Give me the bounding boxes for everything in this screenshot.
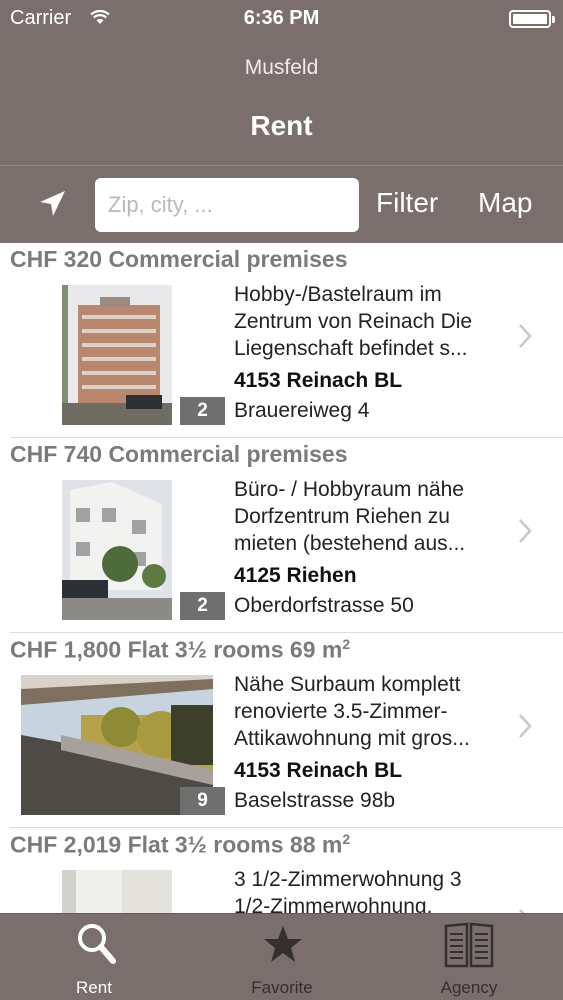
listing-description: 3 1/2-Zimmerwohnung 3 1/2-Zimmerwohnung,	[234, 868, 462, 913]
page-title: Rent	[250, 110, 313, 141]
tab-label: Rent	[76, 978, 112, 997]
list-item[interactable]: CHF 740 Commercial premises 2 Büro- / Ho…	[0, 438, 563, 633]
photo-count-badge: 2	[180, 592, 225, 620]
listing-description: Nähe Surbaum komplett renovierte 3.5-Zim…	[234, 673, 470, 750]
battery-icon	[509, 10, 555, 28]
listing-title: CHF 740 Commercial premises	[10, 441, 348, 468]
location-arrow-icon[interactable]	[36, 188, 68, 220]
listing-locality: 4125 Riehen	[234, 564, 357, 587]
clock: 6:36 PM	[243, 7, 320, 29]
listing-street: Brauereiweg 4	[234, 399, 370, 422]
map-button[interactable]: Map	[478, 187, 532, 219]
area-unit-exponent: 2	[342, 636, 351, 652]
listing-photo	[62, 480, 172, 620]
search-input[interactable]	[95, 178, 359, 232]
chevron-right-icon	[519, 324, 532, 348]
listing-description: Büro- / Hobbyraum nähe Dorfzentrum Riehe…	[234, 478, 466, 555]
area-unit-exponent: 2	[342, 831, 351, 847]
book-icon	[444, 922, 494, 968]
location-title: Musfeld	[244, 56, 319, 79]
listing-price: CHF 2,019	[10, 831, 122, 858]
chevron-right-icon	[519, 714, 532, 738]
listing-photo	[62, 285, 172, 425]
list-item[interactable]: CHF 2,019 Flat 3½ rooms 88 m2 3 1/2-Zimm…	[0, 828, 563, 913]
listing-photo	[62, 870, 172, 913]
listing-type: Flat 3½ rooms 88 m	[127, 831, 343, 858]
listing-price: CHF 740	[10, 441, 103, 467]
tab-favorite[interactable]: Favorite	[188, 914, 376, 1000]
star-icon	[264, 926, 302, 962]
navigation-header: Carrier 6:36 PM Musfeld Rent Filter Map	[0, 0, 563, 243]
listing-type: Flat 3½ rooms 69 m	[127, 636, 343, 663]
tab-label: Agency	[440, 978, 498, 997]
listing-type: Commercial premises	[108, 441, 348, 467]
listing-street: Oberdorfstrasse 50	[234, 594, 414, 617]
tab-label: Favorite	[251, 978, 313, 997]
list-item[interactable]: CHF 320 Commercial premises 2 Hobby-/Bas…	[0, 243, 563, 438]
listing-price: CHF 320	[10, 246, 103, 272]
chevron-right-icon	[519, 519, 532, 543]
status-bar: Carrier 6:36 PM	[0, 0, 563, 40]
search-icon	[78, 924, 116, 964]
list-item[interactable]: CHF 1,800 Flat 3½ rooms 69 m2 9 Nähe Sur…	[0, 633, 563, 828]
listing-type: Commercial premises	[108, 246, 348, 272]
tab-agency[interactable]: Agency	[375, 914, 563, 1000]
listing-street: Baselstrasse 98b	[234, 789, 396, 812]
listing-locality: 4153 Reinach BL	[234, 369, 403, 392]
listing-description: Hobby-/Bastelraum im Zentrum von Reinach…	[234, 283, 473, 360]
listing-locality: 4153 Reinach BL	[234, 759, 403, 782]
filter-button[interactable]: Filter	[376, 187, 438, 219]
photo-count-badge: 9	[180, 787, 225, 815]
listing-list[interactable]: CHF 320 Commercial premises 2 Hobby-/Bas…	[0, 243, 563, 913]
photo-count-badge: 2	[180, 397, 225, 425]
tab-rent[interactable]: Rent	[0, 914, 188, 1000]
header-divider	[0, 165, 563, 166]
listing-title: CHF 2,019 Flat 3½ rooms 88 m2	[10, 831, 350, 859]
listing-price: CHF 1,800	[10, 636, 122, 663]
listing-title: CHF 1,800 Flat 3½ rooms 69 m2	[10, 636, 350, 664]
tab-bar: Rent Favorite Agency	[0, 913, 563, 1000]
listing-title: CHF 320 Commercial premises	[10, 246, 348, 273]
